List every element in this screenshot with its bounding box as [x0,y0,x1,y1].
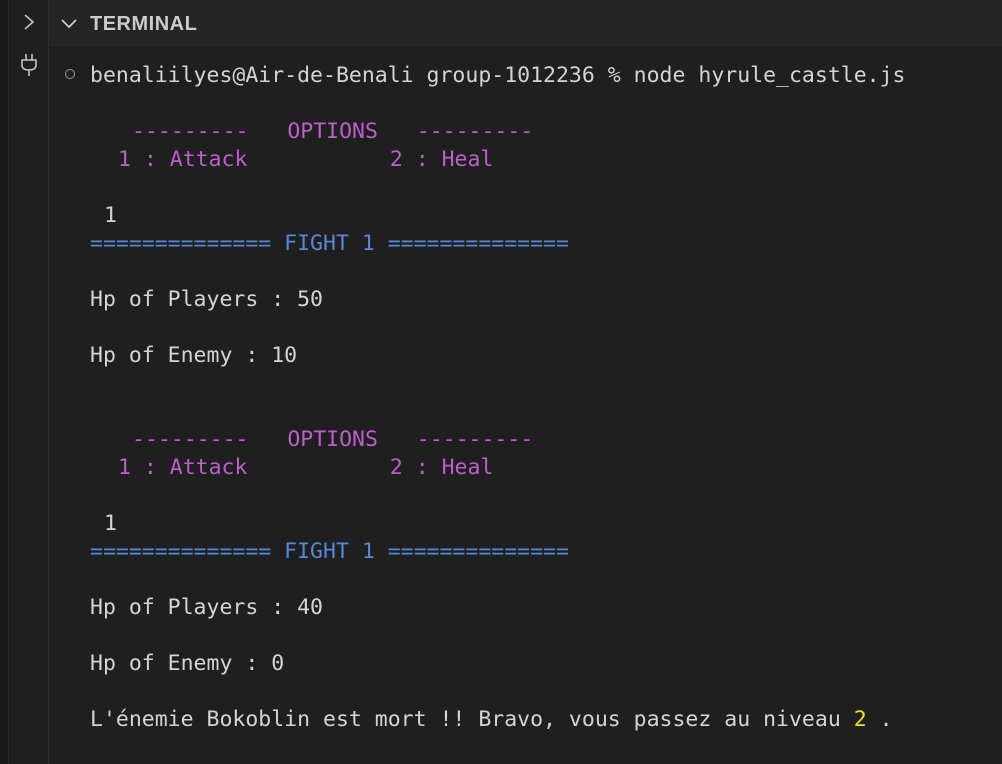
panel-side-bar [9,0,49,764]
command-prompt: benaliilyes@Air-de-Benali group-1012236 … [90,63,906,88]
level-number: 2 [853,707,867,732]
final-message-end: . [866,707,893,732]
chevron-down-icon[interactable] [59,14,79,34]
panel-title[interactable]: TERMINAL [90,12,197,36]
activity-bar [0,0,9,764]
plug-icon[interactable] [18,54,40,76]
hp-players: Hp of Players : 40 [90,595,323,620]
options-header: --------- OPTIONS --------- [132,427,534,452]
options-header: --------- OPTIONS --------- [132,119,534,144]
fight-header: ============== FIGHT 1 ============== [90,539,569,564]
user-input: 1 [104,511,117,536]
final-message-text: L'énemie Bokoblin est mort !! Bravo, vou… [90,707,854,732]
final-message: L'énemie Bokoblin est mort !! Bravo, vou… [90,706,893,734]
hp-players: Hp of Players : 50 [90,287,323,312]
options-choices: 1 : Attack 2 : Heal [118,455,494,480]
fight-header: ============== FIGHT 1 ============== [90,231,569,256]
hp-enemy: Hp of Enemy : 10 [90,343,298,368]
panel-header: TERMINAL [49,0,1002,47]
chevron-right-icon[interactable] [18,11,40,33]
hp-enemy: Hp of Enemy : 0 [90,651,285,676]
user-input: 1 [104,203,117,228]
status-circle-icon [65,69,75,79]
options-choices: 1 : Attack 2 : Heal [118,147,494,172]
